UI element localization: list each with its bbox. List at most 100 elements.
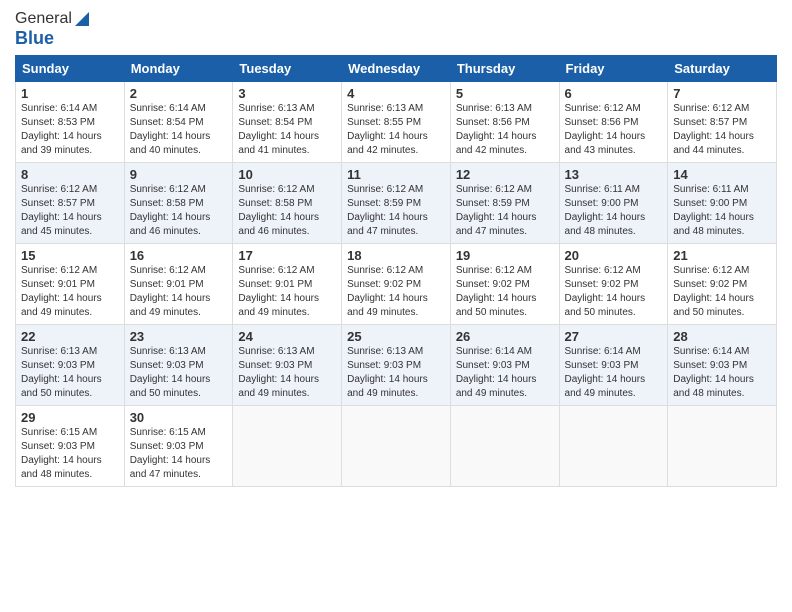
day-number: 10 bbox=[238, 167, 336, 182]
calendar-cell: 6Sunrise: 6:12 AMSunset: 8:56 PMDaylight… bbox=[559, 82, 668, 163]
day-info: Sunrise: 6:12 AMSunset: 9:01 PMDaylight:… bbox=[21, 264, 119, 320]
calendar-cell: 21Sunrise: 6:12 AMSunset: 9:02 PMDayligh… bbox=[668, 244, 777, 325]
calendar-day-header: Thursday bbox=[450, 56, 559, 82]
day-number: 6 bbox=[565, 86, 663, 101]
day-info: Sunrise: 6:12 AMSunset: 9:02 PMDaylight:… bbox=[347, 264, 445, 320]
calendar-cell: 15Sunrise: 6:12 AMSunset: 9:01 PMDayligh… bbox=[16, 244, 125, 325]
calendar-cell: 5Sunrise: 6:13 AMSunset: 8:56 PMDaylight… bbox=[450, 82, 559, 163]
day-number: 9 bbox=[130, 167, 228, 182]
day-info: Sunrise: 6:14 AMSunset: 8:54 PMDaylight:… bbox=[130, 102, 228, 158]
logo: General Blue bbox=[15, 10, 91, 49]
day-info: Sunrise: 6:12 AMSunset: 8:59 PMDaylight:… bbox=[456, 183, 554, 239]
day-number: 7 bbox=[673, 86, 771, 101]
calendar-week-row: 1Sunrise: 6:14 AMSunset: 8:53 PMDaylight… bbox=[16, 82, 777, 163]
calendar-cell: 13Sunrise: 6:11 AMSunset: 9:00 PMDayligh… bbox=[559, 163, 668, 244]
day-number: 12 bbox=[456, 167, 554, 182]
day-info: Sunrise: 6:13 AMSunset: 9:03 PMDaylight:… bbox=[347, 345, 445, 401]
day-info: Sunrise: 6:15 AMSunset: 9:03 PMDaylight:… bbox=[130, 426, 228, 482]
day-number: 20 bbox=[565, 248, 663, 263]
logo-blue-text: Blue bbox=[15, 28, 54, 49]
day-number: 30 bbox=[130, 410, 228, 425]
calendar-cell: 20Sunrise: 6:12 AMSunset: 9:02 PMDayligh… bbox=[559, 244, 668, 325]
calendar-cell: 28Sunrise: 6:14 AMSunset: 9:03 PMDayligh… bbox=[668, 325, 777, 406]
day-info: Sunrise: 6:13 AMSunset: 9:03 PMDaylight:… bbox=[130, 345, 228, 401]
day-number: 27 bbox=[565, 329, 663, 344]
day-number: 14 bbox=[673, 167, 771, 182]
calendar-cell: 8Sunrise: 6:12 AMSunset: 8:57 PMDaylight… bbox=[16, 163, 125, 244]
calendar-day-header: Monday bbox=[124, 56, 233, 82]
calendar-cell: 23Sunrise: 6:13 AMSunset: 9:03 PMDayligh… bbox=[124, 325, 233, 406]
day-info: Sunrise: 6:12 AMSunset: 9:01 PMDaylight:… bbox=[238, 264, 336, 320]
day-info: Sunrise: 6:13 AMSunset: 9:03 PMDaylight:… bbox=[238, 345, 336, 401]
calendar-table: SundayMondayTuesdayWednesdayThursdayFrid… bbox=[15, 55, 777, 487]
calendar-day-header: Wednesday bbox=[342, 56, 451, 82]
calendar-cell: 11Sunrise: 6:12 AMSunset: 8:59 PMDayligh… bbox=[342, 163, 451, 244]
calendar-cell: 29Sunrise: 6:15 AMSunset: 9:03 PMDayligh… bbox=[16, 406, 125, 487]
calendar-cell: 30Sunrise: 6:15 AMSunset: 9:03 PMDayligh… bbox=[124, 406, 233, 487]
day-number: 21 bbox=[673, 248, 771, 263]
day-number: 25 bbox=[347, 329, 445, 344]
day-info: Sunrise: 6:11 AMSunset: 9:00 PMDaylight:… bbox=[673, 183, 771, 239]
calendar-cell: 1Sunrise: 6:14 AMSunset: 8:53 PMDaylight… bbox=[16, 82, 125, 163]
day-number: 18 bbox=[347, 248, 445, 263]
calendar-cell: 14Sunrise: 6:11 AMSunset: 9:00 PMDayligh… bbox=[668, 163, 777, 244]
calendar-day-header: Friday bbox=[559, 56, 668, 82]
day-number: 22 bbox=[21, 329, 119, 344]
day-info: Sunrise: 6:12 AMSunset: 8:57 PMDaylight:… bbox=[673, 102, 771, 158]
day-number: 2 bbox=[130, 86, 228, 101]
day-number: 26 bbox=[456, 329, 554, 344]
day-number: 23 bbox=[130, 329, 228, 344]
day-info: Sunrise: 6:14 AMSunset: 9:03 PMDaylight:… bbox=[456, 345, 554, 401]
day-info: Sunrise: 6:12 AMSunset: 8:56 PMDaylight:… bbox=[565, 102, 663, 158]
calendar-cell: 19Sunrise: 6:12 AMSunset: 9:02 PMDayligh… bbox=[450, 244, 559, 325]
header: General Blue bbox=[15, 10, 777, 49]
calendar-cell bbox=[342, 406, 451, 487]
calendar-cell: 2Sunrise: 6:14 AMSunset: 8:54 PMDaylight… bbox=[124, 82, 233, 163]
calendar-cell: 18Sunrise: 6:12 AMSunset: 9:02 PMDayligh… bbox=[342, 244, 451, 325]
day-info: Sunrise: 6:14 AMSunset: 9:03 PMDaylight:… bbox=[565, 345, 663, 401]
day-info: Sunrise: 6:12 AMSunset: 8:57 PMDaylight:… bbox=[21, 183, 119, 239]
calendar-cell: 26Sunrise: 6:14 AMSunset: 9:03 PMDayligh… bbox=[450, 325, 559, 406]
calendar-cell bbox=[668, 406, 777, 487]
day-info: Sunrise: 6:13 AMSunset: 8:54 PMDaylight:… bbox=[238, 102, 336, 158]
calendar-day-header: Saturday bbox=[668, 56, 777, 82]
calendar-week-row: 29Sunrise: 6:15 AMSunset: 9:03 PMDayligh… bbox=[16, 406, 777, 487]
day-number: 5 bbox=[456, 86, 554, 101]
calendar-cell: 9Sunrise: 6:12 AMSunset: 8:58 PMDaylight… bbox=[124, 163, 233, 244]
calendar-cell bbox=[233, 406, 342, 487]
calendar-cell: 4Sunrise: 6:13 AMSunset: 8:55 PMDaylight… bbox=[342, 82, 451, 163]
day-info: Sunrise: 6:12 AMSunset: 9:01 PMDaylight:… bbox=[130, 264, 228, 320]
calendar-header-row: SundayMondayTuesdayWednesdayThursdayFrid… bbox=[16, 56, 777, 82]
day-number: 24 bbox=[238, 329, 336, 344]
logo-general-text: General bbox=[15, 10, 72, 28]
calendar-cell: 10Sunrise: 6:12 AMSunset: 8:58 PMDayligh… bbox=[233, 163, 342, 244]
calendar-cell: 7Sunrise: 6:12 AMSunset: 8:57 PMDaylight… bbox=[668, 82, 777, 163]
calendar-cell: 27Sunrise: 6:14 AMSunset: 9:03 PMDayligh… bbox=[559, 325, 668, 406]
day-info: Sunrise: 6:12 AMSunset: 8:58 PMDaylight:… bbox=[238, 183, 336, 239]
page: General Blue SundayMondayTuesdayWednesda… bbox=[0, 0, 792, 612]
day-number: 13 bbox=[565, 167, 663, 182]
day-info: Sunrise: 6:12 AMSunset: 9:02 PMDaylight:… bbox=[456, 264, 554, 320]
calendar-cell bbox=[450, 406, 559, 487]
day-info: Sunrise: 6:14 AMSunset: 9:03 PMDaylight:… bbox=[673, 345, 771, 401]
day-info: Sunrise: 6:13 AMSunset: 8:55 PMDaylight:… bbox=[347, 102, 445, 158]
calendar-cell: 17Sunrise: 6:12 AMSunset: 9:01 PMDayligh… bbox=[233, 244, 342, 325]
day-number: 4 bbox=[347, 86, 445, 101]
calendar-week-row: 8Sunrise: 6:12 AMSunset: 8:57 PMDaylight… bbox=[16, 163, 777, 244]
day-info: Sunrise: 6:13 AMSunset: 8:56 PMDaylight:… bbox=[456, 102, 554, 158]
day-info: Sunrise: 6:12 AMSunset: 8:59 PMDaylight:… bbox=[347, 183, 445, 239]
calendar-cell: 24Sunrise: 6:13 AMSunset: 9:03 PMDayligh… bbox=[233, 325, 342, 406]
day-number: 3 bbox=[238, 86, 336, 101]
calendar-cell bbox=[559, 406, 668, 487]
calendar-body: 1Sunrise: 6:14 AMSunset: 8:53 PMDaylight… bbox=[16, 82, 777, 487]
calendar-day-header: Sunday bbox=[16, 56, 125, 82]
calendar-cell: 25Sunrise: 6:13 AMSunset: 9:03 PMDayligh… bbox=[342, 325, 451, 406]
calendar-cell: 22Sunrise: 6:13 AMSunset: 9:03 PMDayligh… bbox=[16, 325, 125, 406]
day-number: 1 bbox=[21, 86, 119, 101]
calendar-cell: 12Sunrise: 6:12 AMSunset: 8:59 PMDayligh… bbox=[450, 163, 559, 244]
day-info: Sunrise: 6:13 AMSunset: 9:03 PMDaylight:… bbox=[21, 345, 119, 401]
calendar-week-row: 15Sunrise: 6:12 AMSunset: 9:01 PMDayligh… bbox=[16, 244, 777, 325]
day-number: 19 bbox=[456, 248, 554, 263]
day-info: Sunrise: 6:12 AMSunset: 9:02 PMDaylight:… bbox=[565, 264, 663, 320]
day-number: 17 bbox=[238, 248, 336, 263]
